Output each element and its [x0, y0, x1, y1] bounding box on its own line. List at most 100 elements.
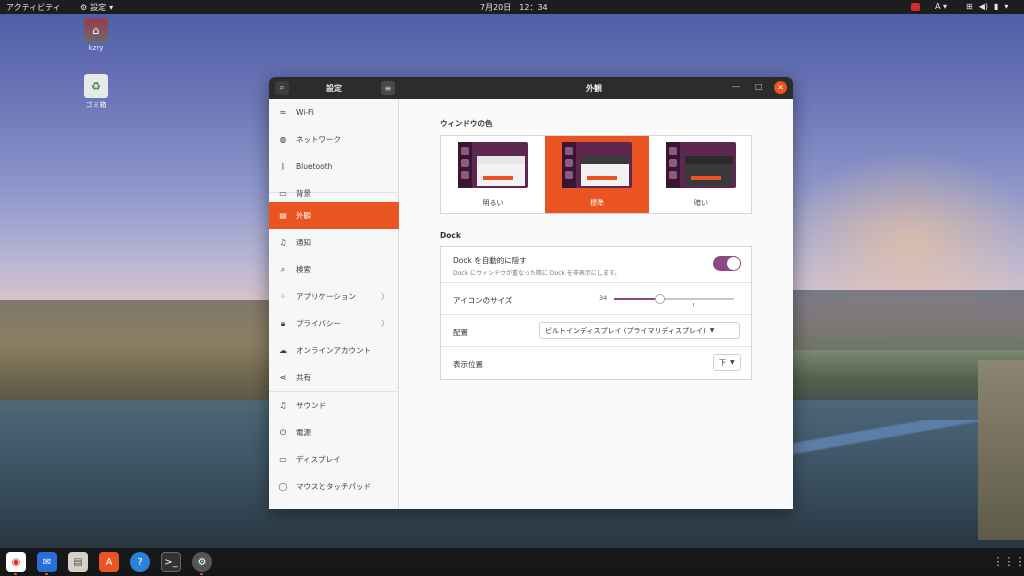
power-icon: ⏻ [279, 427, 287, 437]
sidebar-item-label: オンラインアカウント [296, 346, 371, 355]
battery-icon: ▮ [993, 2, 999, 11]
running-indicator [45, 573, 48, 575]
home-folder-icon: ⌂ [84, 18, 108, 42]
autohide-toggle[interactable] [713, 256, 741, 271]
gear-icon: ⚙ [80, 3, 88, 12]
sidebar-item-label: 電源 [296, 428, 311, 437]
title-bar[interactable]: ⌕ 設定 ≡ 外観 — □ ✕ [269, 77, 793, 99]
show-on-label: 表示位置 [453, 360, 483, 369]
apps-icon: ⁘ [279, 292, 287, 301]
sidebar-item-label: Wi-Fi [296, 108, 314, 117]
background-icon: ▭ [279, 189, 287, 198]
page-title: 外観 [586, 84, 602, 93]
variant-label: 標準 [590, 199, 604, 207]
autohide-row[interactable]: Dock を自動的に隠す Dock にウィンドウが重なった際に Dock を非表… [441, 247, 751, 283]
dock-bar: ◉ ✉ ▤ A ? >_ ⚙ ⋮⋮⋮ [0, 548, 1024, 576]
software-icon[interactable]: A [99, 552, 119, 572]
chrome-icon[interactable]: ◉ [6, 552, 26, 572]
sidebar-item-label: 通知 [296, 238, 311, 247]
cloud-icon: ☁ [279, 346, 287, 355]
share-icon: ⋖ [279, 373, 287, 382]
close-icon[interactable]: ✕ [774, 81, 787, 94]
sidebar-item-label: Bluetooth [296, 162, 333, 171]
settings-window: ⌕ 設定 ≡ 外観 — □ ✕ ≈ Wi-Fi ◍ ネットワーク ᛒ Bluet… [269, 77, 793, 509]
sidebar-item-wifi[interactable]: ≈ Wi-Fi [269, 99, 399, 126]
sidebar-item-label: 外観 [296, 211, 311, 220]
lock-icon: 🔒︎ [280, 318, 286, 328]
wallpaper-tower [978, 360, 1024, 540]
record-indicator-icon[interactable] [911, 3, 920, 11]
running-indicator [200, 573, 203, 575]
show-on-dropdown[interactable]: 下 ▼ [713, 354, 741, 371]
dropdown-arrow-icon: ▼ [730, 359, 735, 366]
sidebar-item-applications[interactable]: ⁘ アプリケーション 〉 [269, 283, 399, 310]
clock[interactable]: 7月20日 12：34 [480, 2, 548, 13]
desktop-trash[interactable]: ♻ ゴミ箱 [76, 74, 116, 110]
wallpaper-city-left [0, 300, 270, 410]
mouse-icon: ◯ [278, 482, 288, 491]
show-on-value: 下 [719, 358, 726, 367]
position-value: ビルトインディスプレイ (プライマリディスプレイ) [545, 326, 706, 335]
sidebar-item-appearance[interactable]: ▤ 外観 [269, 202, 399, 229]
search-icon: ⌕ [280, 264, 286, 274]
network-icon: ◍ [279, 135, 287, 144]
settings-sidebar: ≈ Wi-Fi ◍ ネットワーク ᛒ Bluetooth ▭ 背景 ▤ 外観 ♫… [269, 99, 399, 509]
minimize-icon[interactable]: — [732, 82, 740, 91]
running-indicator [14, 573, 17, 575]
sidebar-item-label: 検索 [296, 265, 311, 274]
sidebar-title: 設定 [326, 84, 342, 93]
autohide-title: Dock を自動的に隠す [453, 256, 527, 265]
sidebar-item-notifications[interactable]: ♫ 通知 [269, 229, 399, 256]
activities-button[interactable]: アクティビティ [6, 2, 61, 13]
icon-size-label: アイコンのサイズ [453, 296, 513, 305]
sidebar-item-displays[interactable]: ▭ ディスプレイ [269, 446, 399, 473]
variant-light-preview [458, 142, 528, 188]
variant-standard[interactable]: 標準 [545, 136, 649, 213]
volume-icon: ◀) [978, 2, 988, 11]
sidebar-item-search[interactable]: ⌕ 検索 [269, 256, 399, 283]
variant-light[interactable]: 明るい [441, 136, 545, 213]
sidebar-item-sharing[interactable]: ⋖ 共有 [269, 364, 399, 391]
appearance-panel: ウィンドウの色 明るい 標準 暗い Dock Dock を自動的に隠す Dock… [400, 99, 793, 509]
show-on-row: 表示位置 下 ▼ [441, 347, 751, 380]
app-menu[interactable]: ⚙ 設定 ▾ [80, 2, 113, 13]
search-icon[interactable]: ⌕ [275, 81, 289, 95]
system-menu[interactable]: ⊞ ◀) ▮ ▾ [966, 2, 1008, 11]
sidebar-item-label: 背景 [296, 189, 311, 198]
settings-gear-icon[interactable]: ⚙ [192, 552, 212, 572]
files-icon[interactable]: ▤ [68, 552, 88, 572]
position-dropdown[interactable]: ビルトインディスプレイ (プライマリディスプレイ) ▼ [539, 322, 740, 339]
desktop-trash-label: ゴミ箱 [85, 101, 107, 109]
help-icon[interactable]: ? [130, 552, 150, 572]
desktop-home-folder[interactable]: ⌂ kzry [76, 18, 116, 52]
dropdown-arrow-icon: ▼ [709, 327, 715, 334]
dock-heading: Dock [440, 231, 461, 240]
mail-icon[interactable]: ✉ [37, 552, 57, 572]
music-icon: ♫ [279, 401, 287, 410]
sidebar-item-online-accounts[interactable]: ☁ オンラインアカウント [269, 337, 399, 364]
sidebar-item-power[interactable]: ⏻ 電源 [269, 419, 399, 446]
sidebar-item-sound[interactable]: ♫ サウンド [269, 392, 399, 419]
sidebar-item-label: プライバシー [296, 319, 341, 328]
show-apps-grid-icon[interactable]: ⋮⋮⋮ [993, 553, 1024, 569]
sidebar-item-label: サウンド [296, 401, 326, 410]
maximize-icon[interactable]: □ [755, 82, 763, 91]
slider-handle[interactable] [654, 294, 665, 304]
sidebar-item-label: アプリケーション [296, 292, 356, 301]
window-color-heading: ウィンドウの色 [440, 119, 493, 128]
sidebar-item-label: ディスプレイ [296, 455, 341, 464]
window-color-chooser: 明るい 標準 暗い [440, 135, 752, 214]
desktop-home-label: kzry [88, 44, 104, 52]
sidebar-item-network[interactable]: ◍ ネットワーク [269, 126, 399, 153]
hamburger-menu-icon[interactable]: ≡ [381, 81, 395, 95]
toggle-knob [727, 257, 740, 270]
variant-dark[interactable]: 暗い [649, 136, 753, 213]
icon-size-slider[interactable] [614, 298, 734, 300]
sidebar-item-label: マウスとタッチパッド [296, 482, 371, 491]
terminal-icon[interactable]: >_ [161, 552, 181, 572]
ime-label: A [935, 2, 941, 11]
input-method-menu[interactable]: A ▾ [935, 2, 947, 11]
sidebar-item-mouse-touchpad[interactable]: ◯ マウスとタッチパッド [269, 473, 399, 500]
sidebar-item-privacy[interactable]: 🔒︎ プライバシー 〉 [269, 310, 399, 337]
sidebar-item-bluetooth[interactable]: ᛒ Bluetooth [269, 153, 399, 180]
